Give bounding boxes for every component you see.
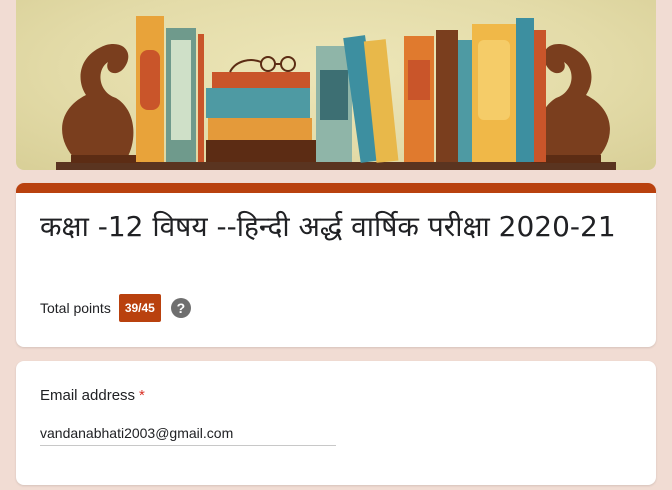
accent-bar [16, 183, 656, 193]
email-field: vandanabhati2003@gmail.com [40, 425, 336, 446]
form-title-card: कक्षा -12 विषय --हिन्दी अर्द्ध वार्षिक प… [16, 183, 656, 347]
help-icon[interactable]: ? [170, 298, 191, 318]
email-label: Email address * [40, 387, 145, 404]
header-banner-image [16, 0, 656, 170]
email-question-card: Email address * vandanabhati2003@gmail.co… [16, 361, 656, 485]
email-label-text: Email address [40, 387, 136, 404]
required-marker: * [139, 387, 145, 404]
form-title: कक्षा -12 विषय --हिन्दी अर्द्ध वार्षिक प… [40, 210, 616, 243]
score-badge: 39/45 [118, 294, 161, 322]
total-points-row: Total points 39/45 ? [40, 294, 191, 322]
total-points-label: Total points [40, 300, 111, 316]
